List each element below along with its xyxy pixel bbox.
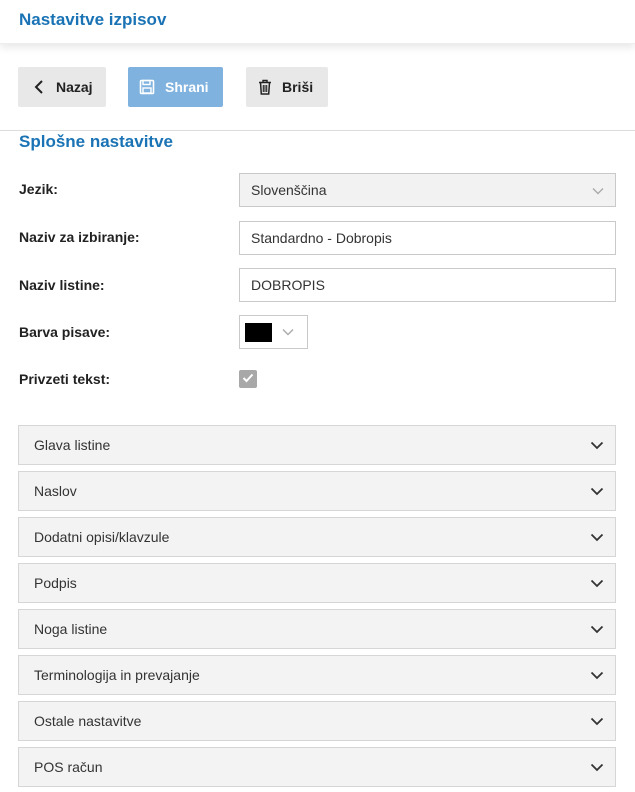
- accordion-header-naslov[interactable]: Naslov: [18, 471, 616, 511]
- chevron-down-icon: [590, 529, 604, 545]
- select-name-value: Standardno - Dobropis: [251, 230, 392, 246]
- accordion-label: Terminologija in prevajanje: [34, 667, 200, 683]
- chevron-down-icon: [592, 182, 604, 198]
- chevron-down-icon: [590, 621, 604, 637]
- language-label: Jezik:: [19, 181, 58, 197]
- default-text-checkbox[interactable]: [239, 370, 257, 388]
- accordion-header-ostale-nastavitve[interactable]: Ostale nastavitve: [18, 701, 616, 741]
- delete-button[interactable]: Briši: [246, 67, 328, 107]
- check-icon: [242, 370, 254, 388]
- font-color-picker[interactable]: [239, 315, 308, 349]
- accordion-header-dodatni-opisi[interactable]: Dodatni opisi/klavzule: [18, 517, 616, 557]
- document-name-value: DOBROPIS: [251, 277, 325, 293]
- section-title: Splošne nastavitve: [19, 132, 174, 151]
- accordion-header-glava-listine[interactable]: Glava listine: [18, 425, 616, 465]
- document-name-input[interactable]: DOBROPIS: [239, 268, 616, 302]
- chevron-down-icon: [282, 323, 294, 341]
- delete-button-label: Briši: [282, 79, 314, 95]
- default-text-label: Privzeti tekst:: [19, 371, 111, 387]
- accordion-label: Naslov: [34, 483, 77, 499]
- accordion-header-noga-listine[interactable]: Noga listine: [18, 609, 616, 649]
- chevron-down-icon: [590, 483, 604, 499]
- chevron-down-icon: [590, 713, 604, 729]
- chevron-down-icon: [590, 667, 604, 683]
- document-name-label: Naziv listine:: [19, 277, 105, 293]
- font-color-label: Barva pisave:: [19, 324, 111, 340]
- save-button-label: Shrani: [165, 79, 209, 95]
- trash-icon: [256, 78, 274, 96]
- accordion-header-pos-racun[interactable]: POS račun: [18, 747, 616, 787]
- accordion-label: Ostale nastavitve: [34, 713, 142, 729]
- chevron-down-icon: [590, 575, 604, 591]
- accordion-label: Noga listine: [34, 621, 108, 637]
- language-select-value: Slovenščina: [251, 182, 327, 198]
- accordion-label: Glava listine: [34, 437, 111, 453]
- select-name-label: Naziv za izbiranje:: [19, 229, 140, 245]
- page-header: Nastavitve izpisov: [0, 0, 635, 44]
- accordion-label: POS račun: [34, 759, 103, 775]
- chevron-down-icon: [590, 437, 604, 453]
- select-name-input[interactable]: Standardno - Dobropis: [239, 221, 616, 255]
- chevron-left-icon: [30, 78, 48, 96]
- accordion-header-podpis[interactable]: Podpis: [18, 563, 616, 603]
- save-button[interactable]: Shrani: [128, 67, 223, 107]
- floppy-disk-icon: [138, 78, 156, 96]
- page-title: Nastavitve izpisov: [19, 10, 167, 29]
- back-button-label: Nazaj: [56, 79, 93, 95]
- accordion-label: Podpis: [34, 575, 77, 591]
- color-swatch: [245, 322, 272, 342]
- back-button[interactable]: Nazaj: [18, 67, 106, 107]
- chevron-down-icon: [590, 759, 604, 775]
- accordion-label: Dodatni opisi/klavzule: [34, 529, 170, 545]
- accordion-header-terminologija[interactable]: Terminologija in prevajanje: [18, 655, 616, 695]
- divider: [0, 130, 635, 131]
- language-select[interactable]: Slovenščina: [239, 173, 616, 207]
